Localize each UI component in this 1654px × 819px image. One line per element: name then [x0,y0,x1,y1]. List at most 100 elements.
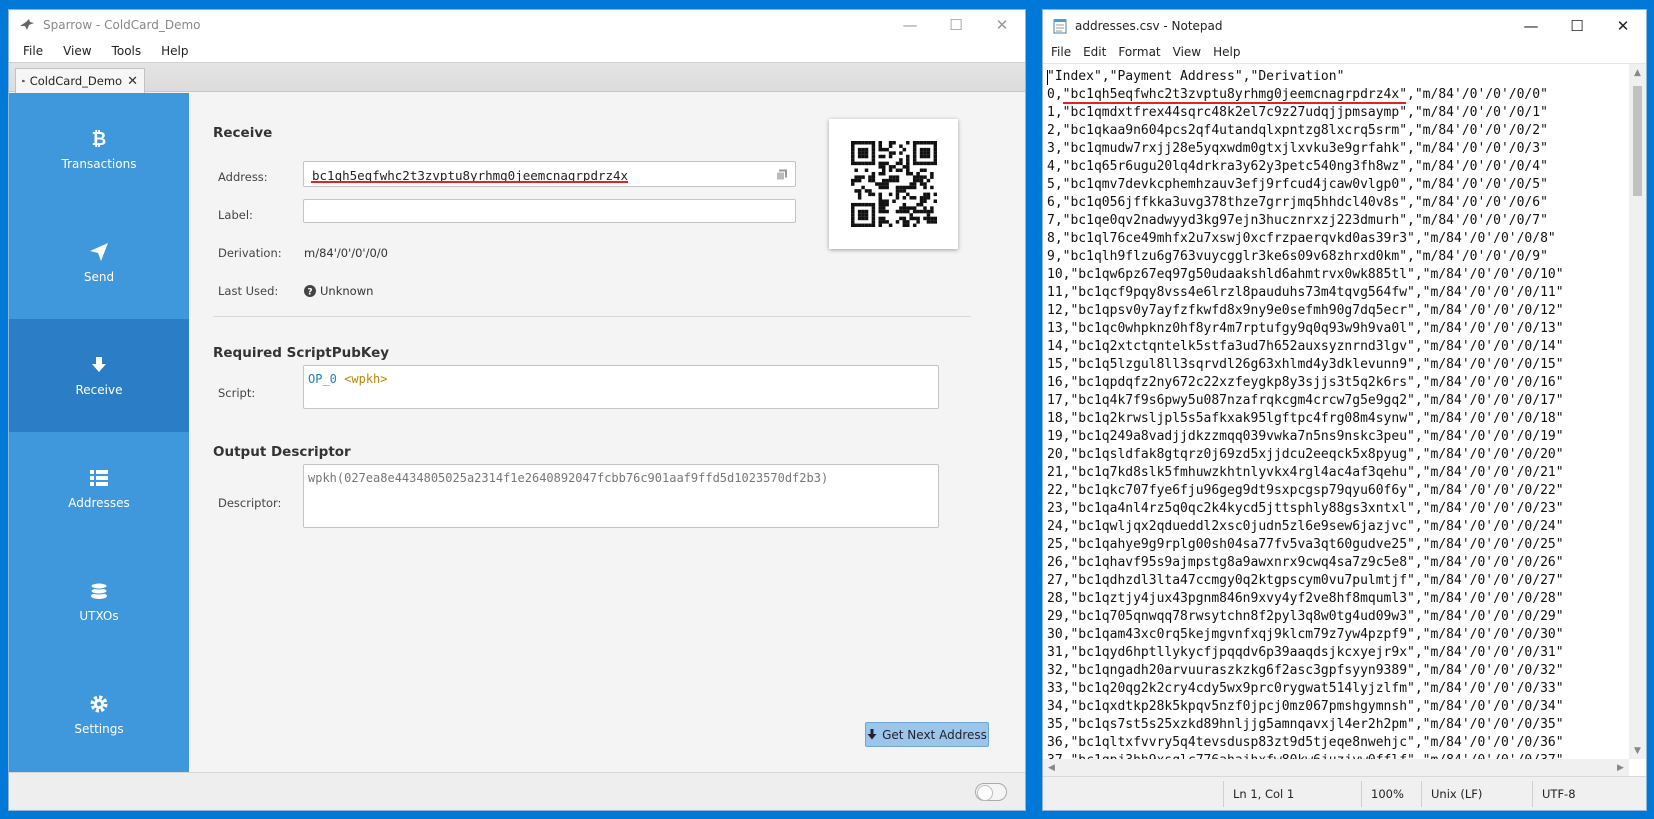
label-input[interactable] [303,199,796,223]
wallet-tab[interactable]: ColdCard_Demo ✕ [15,68,145,93]
qr-module [864,151,868,155]
qr-module [867,161,872,166]
qr-module [871,144,875,148]
csv-line: 33,"bc1q20qg2k2cry4cdy5wx9prc0rygwat514l… [1047,681,1564,696]
csv-line: 6,"bc1q056jffkka3uvg378thze7grrjmq5hhdcl… [1047,195,1548,210]
qr-module [881,178,885,183]
qr-module [857,154,861,159]
qr-module [867,223,872,227]
menu-tools[interactable]: Tools [102,44,152,58]
qr-module [878,161,882,166]
qr-module [878,141,882,145]
nav-addresses[interactable]: Addresses [9,432,189,545]
bitcoin-icon: ₿ [92,129,107,149]
qr-module [860,141,865,145]
qr-module [878,165,882,169]
qr-module [857,147,861,152]
qr-module [853,223,858,227]
nav-receive[interactable]: Receive [9,319,189,432]
qr-module [895,175,899,179]
notepad-menu-help[interactable]: Help [1207,45,1246,59]
address-field[interactable]: bc1qh5eqfwhc2t3zvptu8yrhmg0jeemcnagrpdrz… [303,161,796,187]
qr-module [933,154,937,159]
qr-module [926,141,930,145]
menu-bar: File View Tools Help [9,40,1025,62]
qr-module [878,171,882,176]
qr-module [902,206,906,210]
csv-line: 21,"bc1q7kd8slk5fmhuwzkhtnlyvkx4rgl4ac4a… [1047,465,1564,480]
qr-module [926,213,930,217]
text-editor[interactable]: "Index","Payment Address","Derivation" 0,… [1043,63,1646,776]
horizontal-scrollbar[interactable]: ◀ ▶ [1043,759,1629,776]
script-field[interactable]: OP_0 <wpkh> [303,365,939,409]
qr-module [929,216,934,221]
qr-module [884,161,889,166]
qr-module [878,182,882,186]
address-label: Address: [218,170,268,184]
minimize-button[interactable]: — [887,10,933,40]
derivation-label: Derivation: [218,246,282,260]
notepad-menu-file[interactable]: File [1045,45,1077,59]
qr-module [919,161,923,166]
nav-send[interactable]: Send [9,206,189,319]
qr-module [850,147,855,152]
qr-module [922,161,927,166]
copy-icon[interactable] [776,169,788,181]
qr-module [878,147,882,152]
notepad-maximize-button[interactable]: ☐ [1554,10,1600,42]
scroll-up-icon[interactable]: ▲ [1629,64,1646,81]
csv-line: 23,"bc1qa4nl4rz5q0qc2k4kycd5jttsphly88gs… [1047,501,1564,516]
qr-module [881,209,885,214]
qr-module [881,161,885,166]
nav-settings[interactable]: Settings [9,658,189,771]
qr-module [926,220,930,224]
qr-module [871,220,875,224]
menu-help[interactable]: Help [151,44,198,58]
qr-module [933,161,937,166]
qr-module [871,154,875,159]
qr-module [860,216,865,221]
qr-module [919,151,923,155]
qr-module [898,151,903,155]
tab-close-icon[interactable]: ✕ [127,74,138,89]
csv-line: 25,"bc1qahye9g9rplg00sh04sa77fv5va3qt60g… [1047,537,1564,552]
close-button[interactable]: ✕ [979,10,1025,40]
maximize-button[interactable]: ☐ [933,10,979,40]
notepad-menu-view[interactable]: View [1167,45,1207,59]
nav-transactions[interactable]: ₿ Transactions [9,93,189,206]
qr-module [919,199,923,203]
nav-transactions-label: Transactions [61,156,137,171]
qr-module [857,196,861,200]
menu-file[interactable]: File [13,44,53,58]
get-next-address-label: Get Next Address [882,727,987,742]
qr-module [902,147,906,152]
scroll-left-icon[interactable]: ◀ [1043,759,1060,776]
qr-code[interactable] [829,119,958,249]
notepad-close-button[interactable]: ✕ [1600,10,1646,42]
qr-module [912,144,916,148]
qr-module [888,178,892,183]
descriptor-section-title: Output Descriptor [213,444,351,460]
qr-module [884,199,889,203]
descriptor-field[interactable]: wpkh(027ea8e4434805025a2314f1e2640892047… [303,464,939,528]
scroll-down-icon[interactable]: ▼ [1629,742,1646,759]
qr-module [878,223,882,227]
vertical-scrollbar[interactable]: ▲ ▼ [1629,64,1646,759]
qr-module [850,144,855,148]
notepad-minimize-button[interactable]: — [1508,10,1554,42]
nav-utxos[interactable]: UTXOs [9,545,189,658]
notepad-menu-edit[interactable]: Edit [1077,45,1112,59]
server-toggle[interactable] [975,783,1007,801]
qr-module [902,165,906,169]
scrollbar-thumb[interactable] [1633,86,1642,196]
qr-module [895,189,899,193]
qr-module [898,216,903,221]
notepad-menu-format[interactable]: Format [1112,45,1166,59]
wallet-tab-bar: ColdCard_Demo ✕ [9,62,1025,93]
notepad-icon [1053,19,1067,34]
get-next-address-button[interactable]: Get Next Address [865,722,989,747]
menu-view[interactable]: View [53,44,101,58]
qr-module [926,151,930,155]
scroll-right-icon[interactable]: ▶ [1612,759,1629,776]
nav-receive-label: Receive [75,382,123,397]
